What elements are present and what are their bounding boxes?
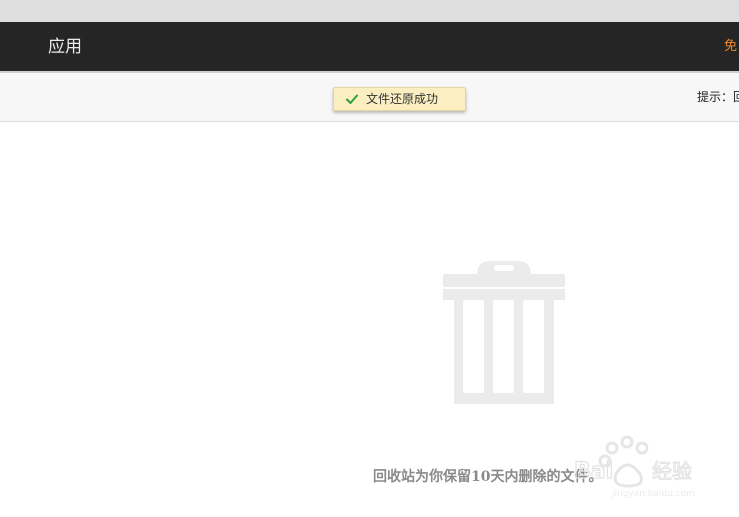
success-toast: 文件还原成功 <box>333 87 466 111</box>
svg-text:经验: 经验 <box>652 459 692 483</box>
tip-text: 提示：回 <box>697 90 739 104</box>
toast-message: 文件还原成功 <box>366 92 439 106</box>
svg-text:jingyan.baidu.com: jingyan.baidu.com <box>611 489 695 499</box>
check-icon <box>346 94 358 104</box>
top-navigation-bar: 应用 免 <box>0 22 739 71</box>
browser-top-strip <box>0 0 739 22</box>
svg-text:Bai: Bai <box>574 459 613 484</box>
nav-free-link[interactable]: 免 <box>724 38 739 56</box>
empty-state-message: 回收站为你保留10天内删除的文件。 <box>373 469 603 485</box>
trash-can-icon <box>443 261 565 404</box>
nav-apps-link[interactable]: 应用 <box>48 36 82 58</box>
watermark-logo: Bai 经验 jingyan.baidu.com <box>573 435 695 499</box>
toolbar: 文件还原成功 提示：回 <box>0 73 739 122</box>
